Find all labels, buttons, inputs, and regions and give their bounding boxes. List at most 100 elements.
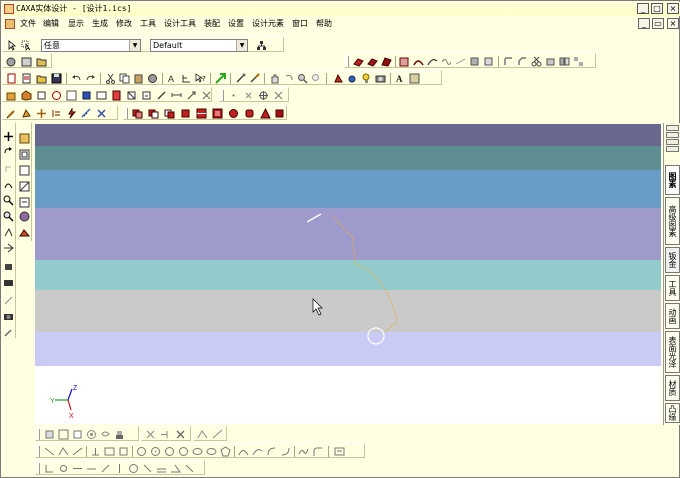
view-left-icon[interactable] [66,90,77,101]
view-iso-icon[interactable] [21,90,32,101]
menu-help[interactable]: 帮助 [316,18,332,30]
dolly-icon[interactable] [3,295,14,306]
paste-icon[interactable] [133,73,144,84]
bool-add-icon[interactable] [132,108,143,119]
minimize-button[interactable]: _ [637,3,649,14]
curve-icon[interactable] [427,56,438,67]
document-icon[interactable] [5,19,15,29]
view-rotate-icon[interactable] [51,90,62,101]
arc-3pt-icon[interactable] [252,446,263,457]
view-bottom-icon[interactable] [111,90,122,101]
chamfer-icon[interactable] [517,56,528,67]
menu-window[interactable]: 窗口 [292,18,308,30]
bool-shell-icon[interactable] [212,108,223,119]
surface-icon[interactable] [413,56,424,67]
camera-target-icon[interactable] [3,277,14,288]
bottom-shape-icon[interactable] [44,429,55,440]
close-button[interactable]: × [667,3,679,14]
folder-icon[interactable] [36,56,47,67]
bool-cone-icon[interactable] [260,107,271,119]
smart-snap-icon[interactable] [6,56,17,67]
bottom-box-icon[interactable] [72,429,83,440]
move-handle-icon[interactable] [3,131,14,142]
mirror-sketch-icon[interactable] [114,463,125,474]
sketch-angle-icon[interactable] [170,463,181,474]
wireframe-icon[interactable] [19,149,30,160]
translate-icon[interactable] [72,463,83,474]
fillet-icon[interactable] [503,56,514,67]
mirror-icon[interactable] [559,56,570,67]
bool-cylinder-icon[interactable] [244,108,255,119]
sketch-dim-icon[interactable] [156,463,167,474]
zoom-in-icon[interactable] [3,195,14,206]
circle-2pt-icon[interactable] [150,446,161,457]
undo-icon[interactable] [71,73,82,84]
snap-clear-icon[interactable] [273,90,284,101]
bool-round-icon[interactable] [228,108,239,119]
cut-icon[interactable] [105,73,116,84]
new-design-icon[interactable] [6,73,17,84]
pattern-icon[interactable] [573,56,584,67]
extend-icon[interactable] [160,429,171,440]
view-dimension-icon[interactable] [171,90,182,101]
view-front-icon[interactable] [6,90,17,101]
render-mode-icon[interactable] [19,133,30,144]
fillet-sketch-icon[interactable] [312,446,323,457]
view-rear-icon[interactable] [96,90,107,101]
material-blue-icon[interactable] [347,73,358,84]
catalog-icon[interactable] [21,56,32,67]
material-red-icon[interactable] [333,73,344,84]
select-arrow-icon[interactable] [7,40,18,51]
trim-x-icon[interactable] [145,429,156,440]
filter-dropdown[interactable]: 任意 ▼ [41,39,141,52]
rotate-sketch-icon[interactable] [86,463,97,474]
edit-shape-icon[interactable] [21,108,32,119]
view-section-icon[interactable] [156,90,167,101]
design-viewport[interactable]: Z Y X [35,124,661,424]
camera-dark-icon[interactable] [3,311,14,322]
walk-icon[interactable] [3,227,14,238]
assembly-tree-icon[interactable] [256,40,267,51]
revolve-icon[interactable] [367,56,378,67]
ellipse-icon[interactable] [192,446,203,457]
project-icon[interactable] [58,463,69,474]
doc-close-button[interactable]: × [667,18,679,29]
tab-surface-finish[interactable]: 表面光泽 [665,331,680,373]
polygon-icon[interactable] [220,446,231,457]
sketch-line[interactable] [306,213,322,223]
pencil-small-icon[interactable] [3,327,14,338]
circle-3pt-icon[interactable] [164,446,175,457]
arc-icon[interactable] [238,446,249,457]
scale-icon[interactable] [100,463,111,474]
pencil-icon[interactable] [6,108,17,119]
light-icon[interactable] [361,73,372,84]
measure-icon[interactable] [81,108,92,119]
move-icon[interactable] [36,108,47,119]
menu-assembly[interactable]: 装配 [204,18,220,30]
open-folder-icon[interactable] [36,73,47,84]
lightning-icon[interactable] [66,107,77,119]
tab-sheet-metal[interactable]: 钣金 [665,247,680,273]
tab-last-icon[interactable] [666,146,679,152]
text-format-icon[interactable]: A [167,73,178,84]
doc-minimize-button[interactable]: _ [638,18,650,29]
realistic-icon[interactable] [19,197,30,208]
view-top-icon[interactable] [36,90,47,101]
sketch-circle[interactable] [367,327,385,345]
scissors-icon[interactable] [531,56,542,67]
tab-elements[interactable]: 图素 [665,165,680,195]
view-settings-icon[interactable] [201,90,212,101]
doc-restore-button[interactable]: ▭ [652,18,664,29]
text-sketch-icon[interactable] [334,446,345,457]
zoom-window-icon[interactable] [311,73,322,84]
menu-tools[interactable]: 工具 [140,18,156,30]
tab-next-icon[interactable] [666,139,679,145]
tab-tools[interactable]: 工具 [665,275,680,301]
spline-sketch-icon[interactable] [298,446,309,457]
ellipse-arc-icon[interactable] [206,446,217,457]
design-tree-icon[interactable] [181,73,192,84]
view-tool-icon[interactable] [186,90,197,101]
config-dropdown[interactable]: Default ▼ [150,39,248,52]
copy-icon[interactable] [119,73,130,84]
rotate-handle-icon[interactable] [3,147,14,158]
